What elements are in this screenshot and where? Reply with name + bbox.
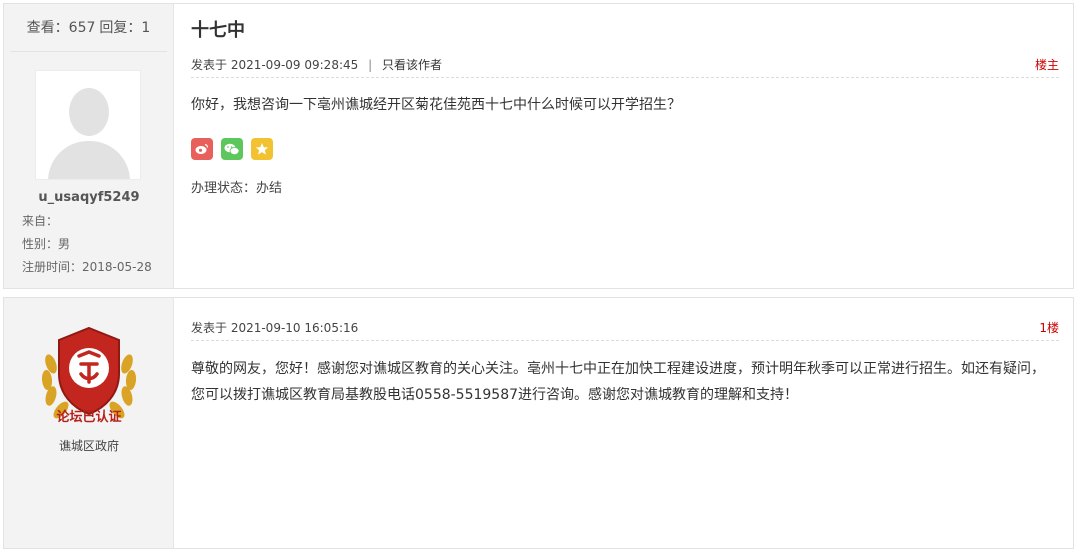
post-reply: 论坛已认证 谯城区政府 发表于 2021-09-10 16:05:16 1楼 尊… xyxy=(3,297,1074,549)
wechat-icon[interactable] xyxy=(221,138,243,160)
weibo-icon[interactable] xyxy=(191,138,213,160)
post-time: 发表于 2021-09-10 16:05:16 xyxy=(191,321,359,335)
user-gender: 性别：男 xyxy=(22,237,71,251)
post-title: 十七中 xyxy=(191,20,245,41)
post-body: 发表于 2021-09-10 16:05:16 1楼 尊敬的网友，您好！感谢您对… xyxy=(174,298,1073,548)
post-original: 查看：657 回复：1 u_usaqyf5249 来自： 性别：男 注册时间：20… xyxy=(3,3,1074,289)
post-meta: 发表于 2021-09-09 09:28:45 | 只看该作者 楼主 xyxy=(191,52,1059,78)
user-registered: 注册时间：2018-05-28 xyxy=(22,260,152,274)
post-body: 十七中 发表于 2021-09-09 09:28:45 | 只看该作者 楼主 你… xyxy=(174,4,1073,288)
avatar-head-shape xyxy=(69,88,109,136)
meta-divider: | xyxy=(368,58,373,72)
views-label: 查看： xyxy=(26,20,69,36)
avatar[interactable] xyxy=(35,70,141,180)
avatar-body-shape xyxy=(48,141,130,179)
reply-content: 尊敬的网友，您好！感谢您对谯城区教育的关心关注。亳州十七中正在加快工程建设进度，… xyxy=(191,361,1045,403)
post-time: 发表于 2021-09-09 09:28:45 xyxy=(191,58,359,72)
post-content: 你好，我想咨询一下亳州谯城经开区菊花佳苑西十七中什么时候可以开学招生？ xyxy=(191,97,681,113)
floor-label: 楼主 xyxy=(1034,58,1059,72)
organization-name[interactable]: 谯城区政府 xyxy=(4,437,174,454)
author-panel: 查看：657 回复：1 u_usaqyf5249 来自： 性别：男 注册时间：20… xyxy=(4,4,174,288)
views-count: 657 xyxy=(68,20,96,36)
username[interactable]: u_usaqyf5249 xyxy=(4,190,174,205)
author-only-link[interactable]: 只看该作者 xyxy=(382,58,442,72)
share-bar xyxy=(191,138,273,160)
favorite-star-icon[interactable] xyxy=(251,138,273,160)
post-meta: 发表于 2021-09-10 16:05:16 1楼 xyxy=(191,315,1059,341)
floor-label: 1楼 xyxy=(1039,321,1059,335)
user-from: 来自： xyxy=(22,214,59,228)
responder-panel: 论坛已认证 谯城区政府 xyxy=(4,298,174,548)
thread-stats: 查看：657 回复：1 xyxy=(10,4,167,52)
badge-caption: 论坛已认证 xyxy=(56,410,122,425)
replies-label: 回复： xyxy=(99,20,142,36)
replies-count: 1 xyxy=(141,20,151,36)
handling-status: 办理状态：办结 xyxy=(191,181,283,196)
